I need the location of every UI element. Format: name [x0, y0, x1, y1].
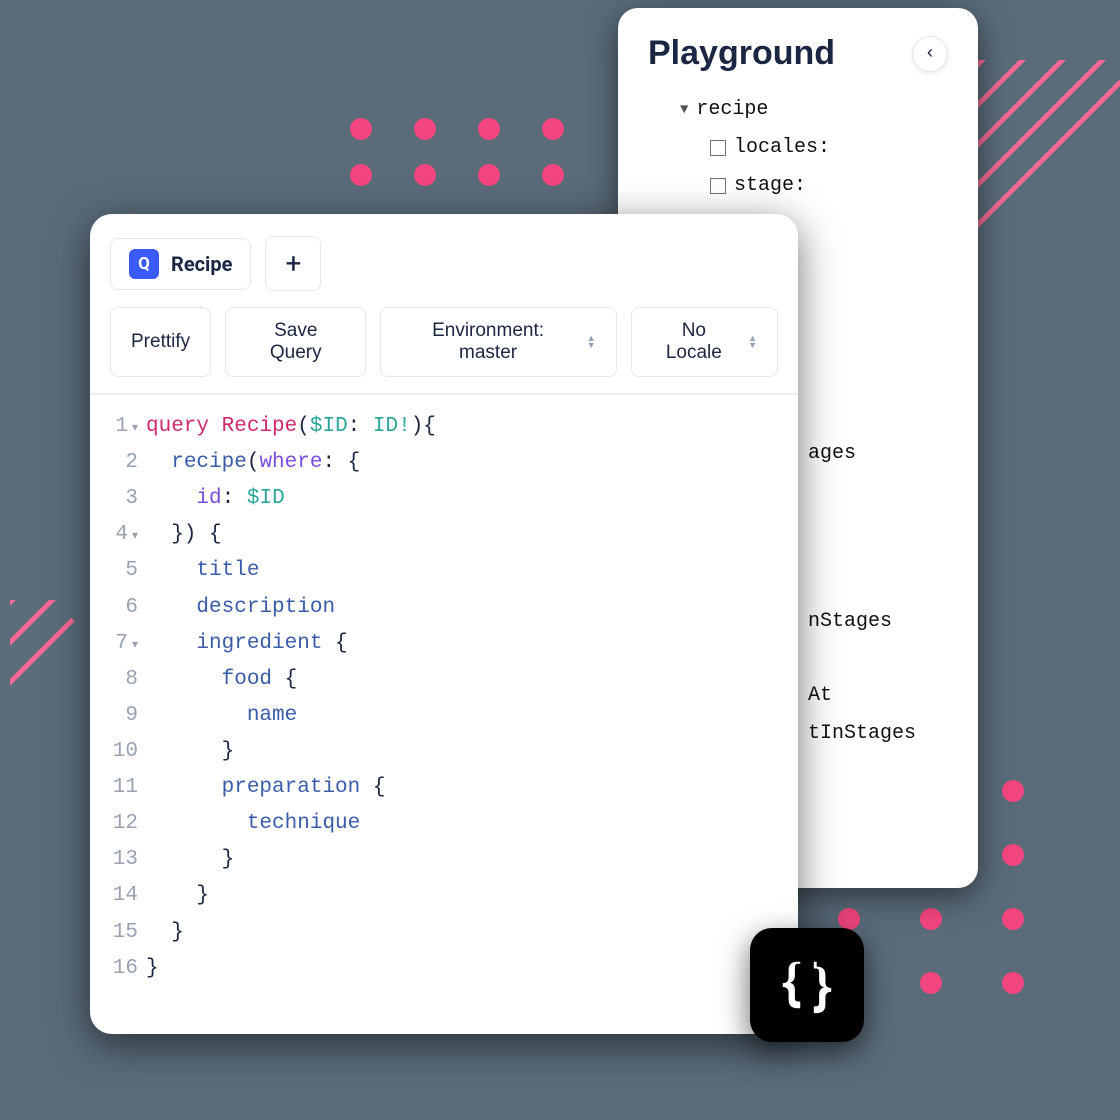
fold-triangle-icon[interactable]: ▾	[132, 529, 138, 543]
code-content: }	[146, 842, 234, 878]
code-content: food {	[146, 662, 297, 698]
code-line[interactable]: 2 recipe(where: {	[90, 445, 798, 481]
tab-label: Recipe	[171, 252, 232, 276]
code-line[interactable]: 6 description	[90, 590, 798, 626]
code-content: }	[146, 951, 159, 987]
tree-arg-stage[interactable]: stage:	[648, 167, 948, 205]
line-number: 13	[90, 842, 146, 878]
code-content: id: $ID	[146, 481, 285, 517]
code-line[interactable]: 14 }	[90, 878, 798, 914]
plus-icon: +	[285, 247, 301, 280]
line-number: 3	[90, 481, 146, 517]
code-content: title	[146, 553, 259, 589]
tree-item[interactable]: ages	[808, 435, 948, 473]
tab-bar: Q Recipe +	[90, 214, 798, 291]
line-number: 4▾	[90, 517, 146, 553]
line-number: 15	[90, 915, 146, 951]
line-number: 16	[90, 951, 146, 987]
decor-dots-top	[350, 118, 564, 186]
prettify-button[interactable]: Prettify	[110, 307, 211, 377]
tree-arg-label: stage:	[734, 167, 806, 205]
tab-recipe[interactable]: Q Recipe	[110, 238, 251, 290]
code-content: }	[146, 915, 184, 951]
code-content: technique	[146, 806, 360, 842]
line-number: 7▾	[90, 626, 146, 662]
tree-arg-locales[interactable]: locales:	[648, 129, 948, 167]
query-badge-icon: Q	[129, 249, 159, 279]
tree-node-recipe[interactable]: ▼ recipe	[648, 91, 948, 129]
line-number: 9	[90, 698, 146, 734]
code-line[interactable]: 8 food {	[90, 662, 798, 698]
environment-select[interactable]: Environment: master ▲▼	[380, 307, 616, 377]
code-content: }) {	[146, 517, 222, 553]
triangle-down-icon: ▼	[680, 97, 688, 124]
code-line[interactable]: 16}	[90, 951, 798, 987]
code-content: ingredient {	[146, 626, 348, 662]
code-content: }	[146, 878, 209, 914]
line-number: 8	[90, 662, 146, 698]
code-line[interactable]: 9 name	[90, 698, 798, 734]
new-tab-button[interactable]: +	[265, 236, 321, 291]
tree-item[interactable]: tInStages	[808, 715, 948, 753]
playground-title: Playground	[648, 34, 835, 73]
braces-icon	[776, 954, 838, 1016]
checkbox-icon	[710, 140, 726, 156]
line-number: 10	[90, 734, 146, 770]
code-line[interactable]: 15 }	[90, 915, 798, 951]
sort-icon: ▲▼	[748, 335, 757, 349]
code-line[interactable]: 7▾ ingredient {	[90, 626, 798, 662]
query-editor-panel: Q Recipe + Prettify Save Query Environme…	[90, 214, 798, 1034]
code-content: query Recipe($ID: ID!){	[146, 409, 436, 445]
code-line[interactable]: 12 technique	[90, 806, 798, 842]
fold-triangle-icon[interactable]: ▾	[132, 421, 138, 435]
code-content: description	[146, 590, 335, 626]
code-content: recipe(where: {	[146, 445, 360, 481]
line-number: 5	[90, 553, 146, 589]
code-content: name	[146, 698, 297, 734]
line-number: 14	[90, 878, 146, 914]
locale-select[interactable]: No Locale ▲▼	[631, 307, 778, 377]
graphql-badge	[750, 928, 864, 1042]
line-number: 6	[90, 590, 146, 626]
code-content: }	[146, 734, 234, 770]
line-number: 1▾	[90, 409, 146, 445]
fold-triangle-icon[interactable]: ▾	[132, 638, 138, 652]
tree-arg-label: locales:	[734, 129, 830, 167]
code-line[interactable]: 1▾query Recipe($ID: ID!){	[90, 409, 798, 445]
line-number: 2	[90, 445, 146, 481]
code-line[interactable]: 5 title	[90, 553, 798, 589]
save-query-button[interactable]: Save Query	[225, 307, 366, 377]
checkbox-icon	[710, 178, 726, 194]
tree-node-label: recipe	[696, 91, 768, 129]
code-editor[interactable]: 1▾query Recipe($ID: ID!){2 recipe(where:…	[90, 395, 798, 1034]
tree-item[interactable]: nStages	[808, 603, 948, 641]
line-number: 12	[90, 806, 146, 842]
tree-item[interactable]: At	[808, 677, 948, 715]
code-content: preparation {	[146, 770, 385, 806]
code-line[interactable]: 3 id: $ID	[90, 481, 798, 517]
code-line[interactable]: 10 }	[90, 734, 798, 770]
code-line[interactable]: 11 preparation {	[90, 770, 798, 806]
chevron-left-icon: ‹	[925, 44, 936, 64]
sort-icon: ▲▼	[587, 335, 596, 349]
code-line[interactable]: 13 }	[90, 842, 798, 878]
editor-toolbar: Prettify Save Query Environment: master …	[90, 291, 798, 395]
line-number: 11	[90, 770, 146, 806]
collapse-button[interactable]: ‹	[912, 36, 948, 72]
code-line[interactable]: 4▾ }) {	[90, 517, 798, 553]
